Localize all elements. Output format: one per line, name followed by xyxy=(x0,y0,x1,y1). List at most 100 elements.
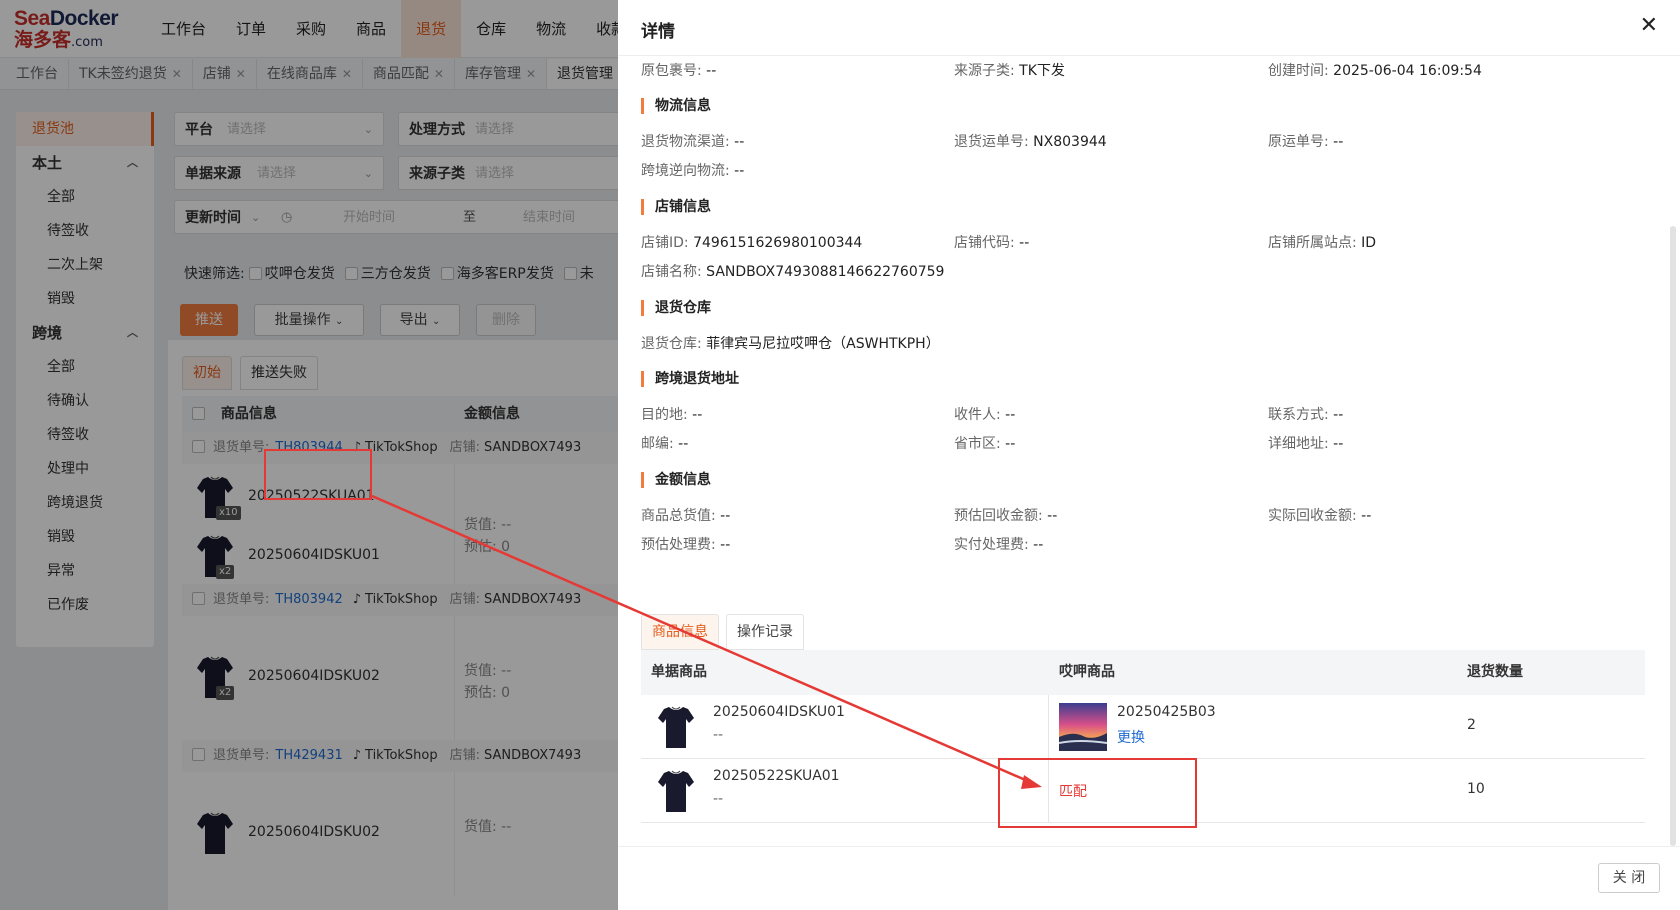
field-value: -- xyxy=(1019,235,1030,251)
field-value: 2025-06-04 16:09:54 xyxy=(1333,63,1482,79)
return-qty: 2 xyxy=(1467,717,1476,733)
shirt-thumbnail xyxy=(658,770,694,812)
logistics-field: 退货运单号: NX803944 xyxy=(954,131,1107,151)
field-label: 退货物流渠道: xyxy=(641,134,730,150)
col-aya-goods: 哎呷商品 xyxy=(1059,664,1115,680)
amount-field: 预估回收金额: -- xyxy=(954,505,1057,525)
field-value: -- xyxy=(734,134,745,150)
section-title-shop: 店铺信息 xyxy=(641,199,711,215)
col-order-goods: 单据商品 xyxy=(651,664,707,680)
field-label: 退货运单号: xyxy=(954,134,1029,150)
cross_address-field: 收件人: -- xyxy=(954,404,1015,424)
shop-field: 店铺所属站点: ID xyxy=(1268,232,1376,252)
field-value: -- xyxy=(1361,508,1372,524)
field-label: 收件人: xyxy=(954,407,1001,423)
product-thumbnail[interactable] xyxy=(1059,703,1107,751)
field-value: -- xyxy=(1333,436,1344,452)
order-sku: 20250522SKUA01 xyxy=(713,768,840,784)
section-title-logistics: 物流信息 xyxy=(641,98,711,114)
field-value: ID xyxy=(1361,235,1377,251)
column-divider xyxy=(1048,759,1049,823)
goods-table-header: 单据商品 哎呷商品 退货数量 xyxy=(641,650,1645,695)
field-label: 跨境逆向物流: xyxy=(641,163,730,179)
field-label: 实际回收金额: xyxy=(1268,508,1357,524)
section-title-cross_address: 跨境退货地址 xyxy=(641,371,739,387)
field-label: 预估回收金额: xyxy=(954,508,1043,524)
drawer-footer: 关 闭 xyxy=(618,846,1680,910)
order-sku: 20250604IDSKU01 xyxy=(713,704,845,720)
replace-link[interactable]: 更换 xyxy=(1117,727,1145,747)
source-field: 原包裹号: -- xyxy=(641,60,716,80)
goods-row: 20250522SKUA01 -- 匹配 10 xyxy=(641,759,1645,823)
field-value: -- xyxy=(734,163,745,179)
close-icon[interactable]: ✕ xyxy=(1640,14,1658,38)
tab-goods-info[interactable]: 商品信息 xyxy=(641,614,719,650)
field-label: 实付处理费: xyxy=(954,537,1029,553)
field-value: 菲律宾马尼拉哎呷仓（ASWHTKPH） xyxy=(706,336,940,352)
field-label: 创建时间: xyxy=(1268,63,1329,79)
cross_address-field: 省市区: -- xyxy=(954,433,1015,453)
field-value: 7496151626980100344 xyxy=(693,235,863,251)
field-label: 联系方式: xyxy=(1268,407,1329,423)
field-label: 商品总货值: xyxy=(641,508,716,524)
field-label: 原运单号: xyxy=(1268,134,1329,150)
field-label: 退货仓库: xyxy=(641,336,702,352)
field-value: -- xyxy=(1005,407,1016,423)
field-label: 邮编: xyxy=(641,436,674,452)
field-value: -- xyxy=(678,436,689,452)
app-root: SeaDocker 海多客.com 工作台 订单 采购 商品 退货 仓库 物流 收款 工作台 T… xyxy=(0,0,1680,910)
cross_address-field: 详细地址: -- xyxy=(1268,433,1343,453)
order-sku-sub: -- xyxy=(713,791,724,807)
field-label: 原包裹号: xyxy=(641,63,702,79)
field-label: 来源子类: xyxy=(954,63,1015,79)
field-value: -- xyxy=(1333,134,1344,150)
field-label: 店铺代码: xyxy=(954,235,1015,251)
drawer-header: 详情 ✕ xyxy=(618,0,1680,56)
field-value: -- xyxy=(1333,407,1344,423)
shop-field: 店铺代码: -- xyxy=(954,232,1029,252)
field-value: NX803944 xyxy=(1033,134,1107,150)
field-value: TK下发 xyxy=(1019,63,1065,79)
source-field: 创建时间: 2025-06-04 16:09:54 xyxy=(1268,60,1482,80)
goods-row: 20250604IDSKU01 -- 20250425B03 更换 2 xyxy=(641,695,1645,759)
field-label: 详细地址: xyxy=(1268,436,1329,452)
shop-field: 店铺ID: 7496151626980100344 xyxy=(641,232,862,252)
field-label: 店铺ID: xyxy=(641,235,689,251)
drawer-scrollbar[interactable] xyxy=(1670,226,1676,846)
section-title-amount: 金额信息 xyxy=(641,472,711,488)
field-value: -- xyxy=(692,407,703,423)
field-label: 店铺所属站点: xyxy=(1268,235,1357,251)
amount-field: 预估处理费: -- xyxy=(641,534,730,554)
cross_address-field: 目的地: -- xyxy=(641,404,702,424)
warehouse-field: 退货仓库: 菲律宾马尼拉哎呷仓（ASWHTKPH） xyxy=(641,333,940,353)
cross_address-field: 邮编: -- xyxy=(641,433,688,453)
shop-field: 店铺名称: SANDBOX7493088146622760759 xyxy=(641,261,944,281)
field-value: -- xyxy=(720,537,731,553)
detail-drawer: 详情 ✕ 原包裹号: -- 来源子类: TK下发 创建时间: 2025-06-04 … xyxy=(618,0,1680,910)
drawer-title: 详情 xyxy=(641,22,675,42)
logistics-field: 跨境逆向物流: -- xyxy=(641,160,744,180)
source-field: 来源子类: TK下发 xyxy=(954,60,1065,80)
field-value: -- xyxy=(1033,537,1044,553)
field-label: 预估处理费: xyxy=(641,537,716,553)
tab-operation-log[interactable]: 操作记录 xyxy=(726,614,804,650)
field-value: -- xyxy=(1005,436,1016,452)
amount-field: 商品总货值: -- xyxy=(641,505,730,525)
column-divider xyxy=(1048,695,1049,759)
field-value: -- xyxy=(720,508,731,524)
amount-field: 实付处理费: -- xyxy=(954,534,1043,554)
logistics-field: 退货物流渠道: -- xyxy=(641,131,744,151)
match-link[interactable]: 匹配 xyxy=(1059,781,1087,801)
field-value: -- xyxy=(706,63,717,79)
field-value: -- xyxy=(1047,508,1058,524)
shirt-thumbnail xyxy=(658,706,694,748)
col-return-qty: 退货数量 xyxy=(1467,664,1523,680)
order-sku-sub: -- xyxy=(713,727,724,743)
return-qty: 10 xyxy=(1467,781,1485,797)
section-title-warehouse: 退货仓库 xyxy=(641,300,711,316)
close-button[interactable]: 关 闭 xyxy=(1598,863,1660,893)
field-value: SANDBOX7493088146622760759 xyxy=(706,264,945,280)
field-label: 省市区: xyxy=(954,436,1001,452)
field-label: 店铺名称: xyxy=(641,264,702,280)
matched-sku: 20250425B03 xyxy=(1117,704,1216,720)
